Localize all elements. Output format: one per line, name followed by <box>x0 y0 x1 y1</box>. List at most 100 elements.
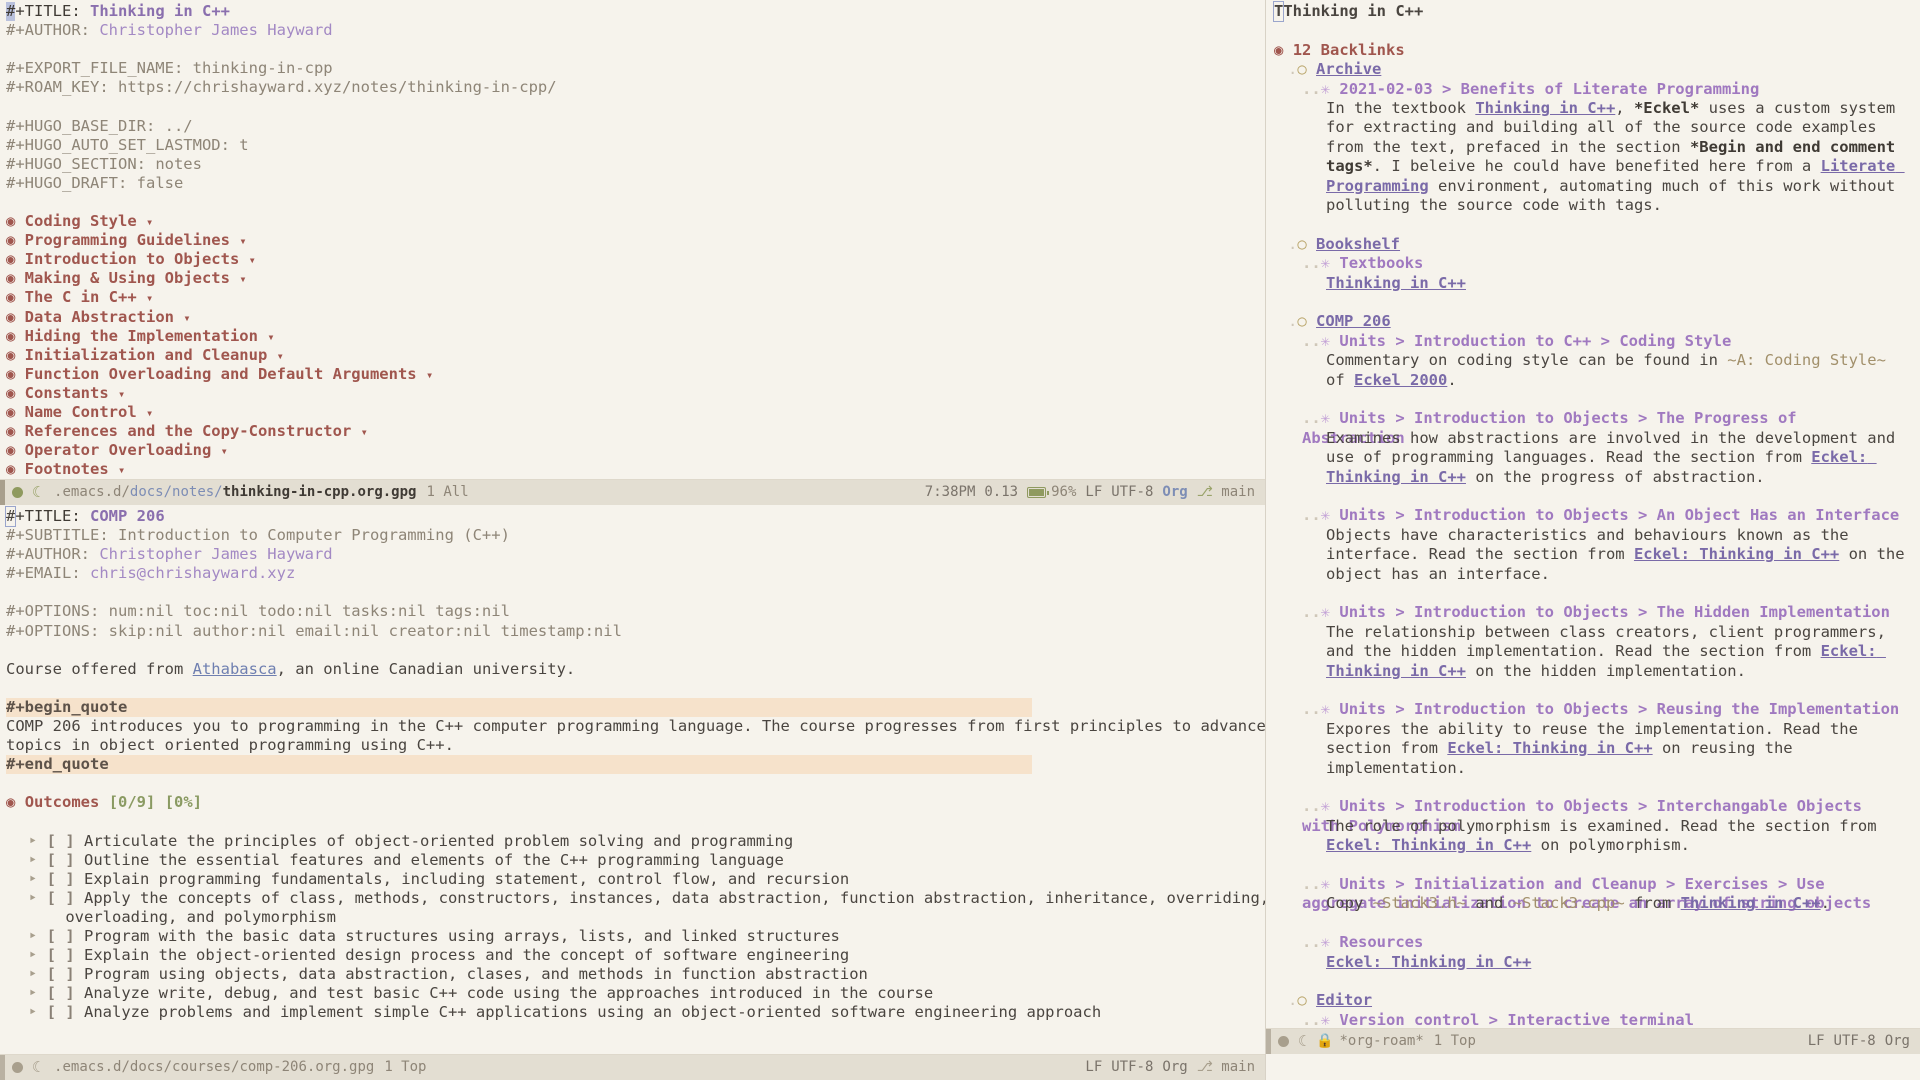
roam-group-heading[interactable]: .○ Archive <box>1274 60 1920 79</box>
roam-entry-heading[interactable]: ..✳ Units > Introduction to Objects > Re… <box>1274 700 1920 719</box>
text-cursor: # <box>6 2 16 22</box>
org-heading-collapsed[interactable]: ◉ Coding Style ▾ <box>6 212 1265 231</box>
buffer-thinking-in-cpp[interactable]: #+TITLE: Thinking in C++ #+AUTHOR: Chris… <box>0 0 1265 479</box>
athabasca-link[interactable]: Athabasca <box>193 660 277 678</box>
fold-arrow-icon[interactable]: ▾ <box>426 368 433 382</box>
outcomes-heading[interactable]: ◉ Outcomes [0/9] [0%] <box>6 793 1265 812</box>
roam-backlinks-heading[interactable]: ◉ 12 Backlinks <box>1274 41 1920 60</box>
roam-entry-heading[interactable]: ..✳ Units > Introduction to Objects > In… <box>1274 797 1920 834</box>
modeline-file-name[interactable]: comp-206.org.gpg <box>239 1059 374 1075</box>
roam-inline-link[interactable]: Eckel: Thinking in C++ <box>1447 739 1652 757</box>
org-heading-collapsed[interactable]: ◉ The C in C++ ▾ <box>6 288 1265 307</box>
org-heading-collapsed[interactable]: ◉ Programming Guidelines ▾ <box>6 231 1265 250</box>
roam-inline-link[interactable]: Thinking in C++ <box>1681 894 1821 912</box>
fold-arrow-icon[interactable]: ▾ <box>118 387 125 401</box>
modeline-major-mode[interactable]: Org <box>1885 1032 1910 1051</box>
roam-entry-heading[interactable]: ..✳ Units > Introduction to Objects > Th… <box>1274 409 1920 446</box>
org-heading-collapsed[interactable]: ◉ References and the Copy-Constructor ▾ <box>6 422 1265 441</box>
fold-arrow-icon[interactable]: ▾ <box>146 406 153 420</box>
org-bullet-icon: ○ <box>1297 60 1307 79</box>
roam-inline-link[interactable]: Eckel 2000 <box>1354 371 1447 389</box>
modeline-buffer-name[interactable]: *org-roam* <box>1339 1032 1423 1051</box>
org-heading-collapsed[interactable]: ◉ Initialization and Cleanup ▾ <box>6 346 1265 365</box>
org-heading-collapsed[interactable]: ◉ Introduction to Objects ▾ <box>6 250 1265 269</box>
roam-entry-heading[interactable]: ..✳ Textbooks <box>1274 254 1920 273</box>
checkbox-icon[interactable]: [ ] <box>47 870 84 888</box>
roam-entry-heading[interactable]: ..✳ Resources <box>1274 933 1920 952</box>
outcome-text: Outline the essential features and eleme… <box>84 850 784 869</box>
modeline-vc-branch[interactable]: ⎇ main <box>1197 483 1255 502</box>
buffer-comp-206[interactable]: #+TITLE: COMP 206 #+SUBTITLE: Introducti… <box>0 505 1265 1023</box>
fold-arrow-icon[interactable]: ▾ <box>239 272 246 286</box>
roam-inline-link[interactable]: Eckel: Thinking in C++ <box>1326 836 1531 854</box>
fold-arrow-icon[interactable]: ▾ <box>361 425 368 439</box>
buffer-org-roam[interactable]: TThinking in C++ ◉ 12 Backlinks .○ Archi… <box>1266 0 1920 1030</box>
roam-entry-heading[interactable]: ..✳ 2021-02-03 > Benefits of Literate Pr… <box>1274 80 1920 99</box>
outcome-item[interactable]: ‣ [ ] Analyze write, debug, and test bas… <box>6 984 1265 1003</box>
roam-group-link[interactable]: Editor <box>1316 991 1372 1009</box>
fold-arrow-icon[interactable]: ▾ <box>249 253 256 267</box>
roam-group-link[interactable]: COMP 206 <box>1316 312 1391 330</box>
modeline-vc-branch[interactable]: ⎇ main <box>1197 1058 1255 1077</box>
org-keyword-hugo-auto-set-lastmod: #+HUGO_AUTO_SET_LASTMOD: t <box>6 135 249 154</box>
checkbox-icon[interactable]: [ ] <box>47 927 84 945</box>
org-heading-collapsed[interactable]: ◉ Name Control ▾ <box>6 403 1265 422</box>
fold-arrow-icon[interactable]: ▾ <box>221 444 228 458</box>
outcome-item[interactable]: ‣ [ ] Apply the concepts of class, metho… <box>6 889 1265 927</box>
roam-inline-link[interactable]: Eckel: Thinking in C++ <box>1634 545 1839 563</box>
roam-group-link[interactable]: Bookshelf <box>1316 235 1400 253</box>
outcome-item[interactable]: ‣ [ ] Program with the basic data struct… <box>6 927 1265 946</box>
checkbox-icon[interactable]: [ ] <box>47 832 84 850</box>
window-thinking-in-cpp[interactable]: #+TITLE: Thinking in C++ #+AUTHOR: Chris… <box>0 0 1265 505</box>
window-comp-206[interactable]: #+TITLE: COMP 206 #+SUBTITLE: Introducti… <box>0 505 1265 1080</box>
modeline-path-dir[interactable]: docs/notes/ <box>130 484 223 500</box>
outcome-item[interactable]: ‣ [ ] Explain programming fundamentals, … <box>6 870 1265 889</box>
fold-arrow-icon[interactable]: ▾ <box>118 463 125 477</box>
roam-inline-link[interactable]: Thinking in C++ <box>1475 99 1615 117</box>
roam-inline-link[interactable]: Thinking in C++ <box>1326 274 1466 292</box>
modeline-major-mode[interactable]: Org <box>1162 483 1187 502</box>
checkbox-icon[interactable]: [ ] <box>47 851 84 869</box>
checkbox-icon[interactable]: [ ] <box>47 889 84 907</box>
org-heading-collapsed[interactable]: ◉ Hiding the Implementation ▾ <box>6 327 1265 346</box>
outcome-item[interactable]: ‣ [ ] Outline the essential features and… <box>6 851 1265 870</box>
roam-group-link[interactable]: Archive <box>1316 60 1381 78</box>
modeline-file-name[interactable]: thinking-in-cpp.org.gpg <box>223 484 417 500</box>
org-heading-collapsed[interactable]: ◉ Constants ▾ <box>6 384 1265 403</box>
org-heading-collapsed[interactable]: ◉ Operator Overloading ▾ <box>6 441 1265 460</box>
roam-inline-link[interactable]: Eckel: Thinking in C++ <box>1326 953 1531 971</box>
checkbox-icon[interactable]: [ ] <box>47 1003 84 1021</box>
roam-group-heading[interactable]: .○ Bookshelf <box>1274 235 1920 254</box>
roam-entry-heading[interactable]: ..✳ Units > Introduction to Objects > Th… <box>1274 603 1920 622</box>
roam-entry-heading[interactable]: ..✳ Units > Initialization and Cleanup >… <box>1274 875 1920 912</box>
org-bullet-icon: ○ <box>1297 991 1307 1010</box>
outcome-item[interactable]: ‣ [ ] Articulate the principles of objec… <box>6 832 1265 851</box>
fold-arrow-icon[interactable]: ▾ <box>146 215 153 229</box>
org-heading-collapsed[interactable]: ◉ Footnotes ▾ <box>6 460 1265 479</box>
window-org-roam[interactable]: TThinking in C++ ◉ 12 Backlinks .○ Archi… <box>1266 0 1920 1054</box>
roam-entry-heading[interactable]: ..✳ Units > Introduction to Objects > An… <box>1274 506 1920 525</box>
checkbox-icon[interactable]: [ ] <box>47 984 84 1002</box>
org-bullet-icon: ✳ <box>1320 700 1331 719</box>
fold-arrow-icon[interactable]: ▾ <box>267 330 274 344</box>
org-heading-collapsed[interactable]: ◉ Making & Using Objects ▾ <box>6 269 1265 288</box>
roam-group-heading[interactable]: .○ COMP 206 <box>1274 312 1920 331</box>
fold-arrow-icon[interactable]: ▾ <box>146 291 153 305</box>
org-heading-collapsed[interactable]: ◉ Data Abstraction ▾ <box>6 308 1265 327</box>
roam-group-heading[interactable]: .○ Editor <box>1274 991 1920 1010</box>
outcome-item[interactable]: ‣ [ ] Program using objects, data abstra… <box>6 965 1265 984</box>
outcome-item[interactable]: ‣ [ ] Analyze problems and implement sim… <box>6 1003 1265 1022</box>
roam-entry-body: Copy ~Stack3.h~ and ~Stack3.cpp~ from Th… <box>1274 894 1920 913</box>
org-keyword-hugo-base-dir: #+HUGO_BASE_DIR: ../ <box>6 116 193 135</box>
outcome-item[interactable]: ‣ [ ] Explain the object-oriented design… <box>6 946 1265 965</box>
org-heading-collapsed[interactable]: ◉ Function Overloading and Default Argum… <box>6 365 1265 384</box>
fold-arrow-icon[interactable]: ▾ <box>277 349 284 363</box>
fold-arrow-icon[interactable]: ▾ <box>183 311 190 325</box>
checkbox-icon[interactable]: [ ] <box>47 965 84 983</box>
roam-entry-heading[interactable]: ..✳ Units > Introduction to C++ > Coding… <box>1274 332 1920 351</box>
fold-arrow-icon[interactable]: ▾ <box>239 234 246 248</box>
modeline-path-dir[interactable]: docs/courses/ <box>130 1059 240 1075</box>
checkbox-icon[interactable]: [ ] <box>47 946 84 964</box>
modeline-major-mode[interactable]: Org <box>1162 1058 1187 1077</box>
